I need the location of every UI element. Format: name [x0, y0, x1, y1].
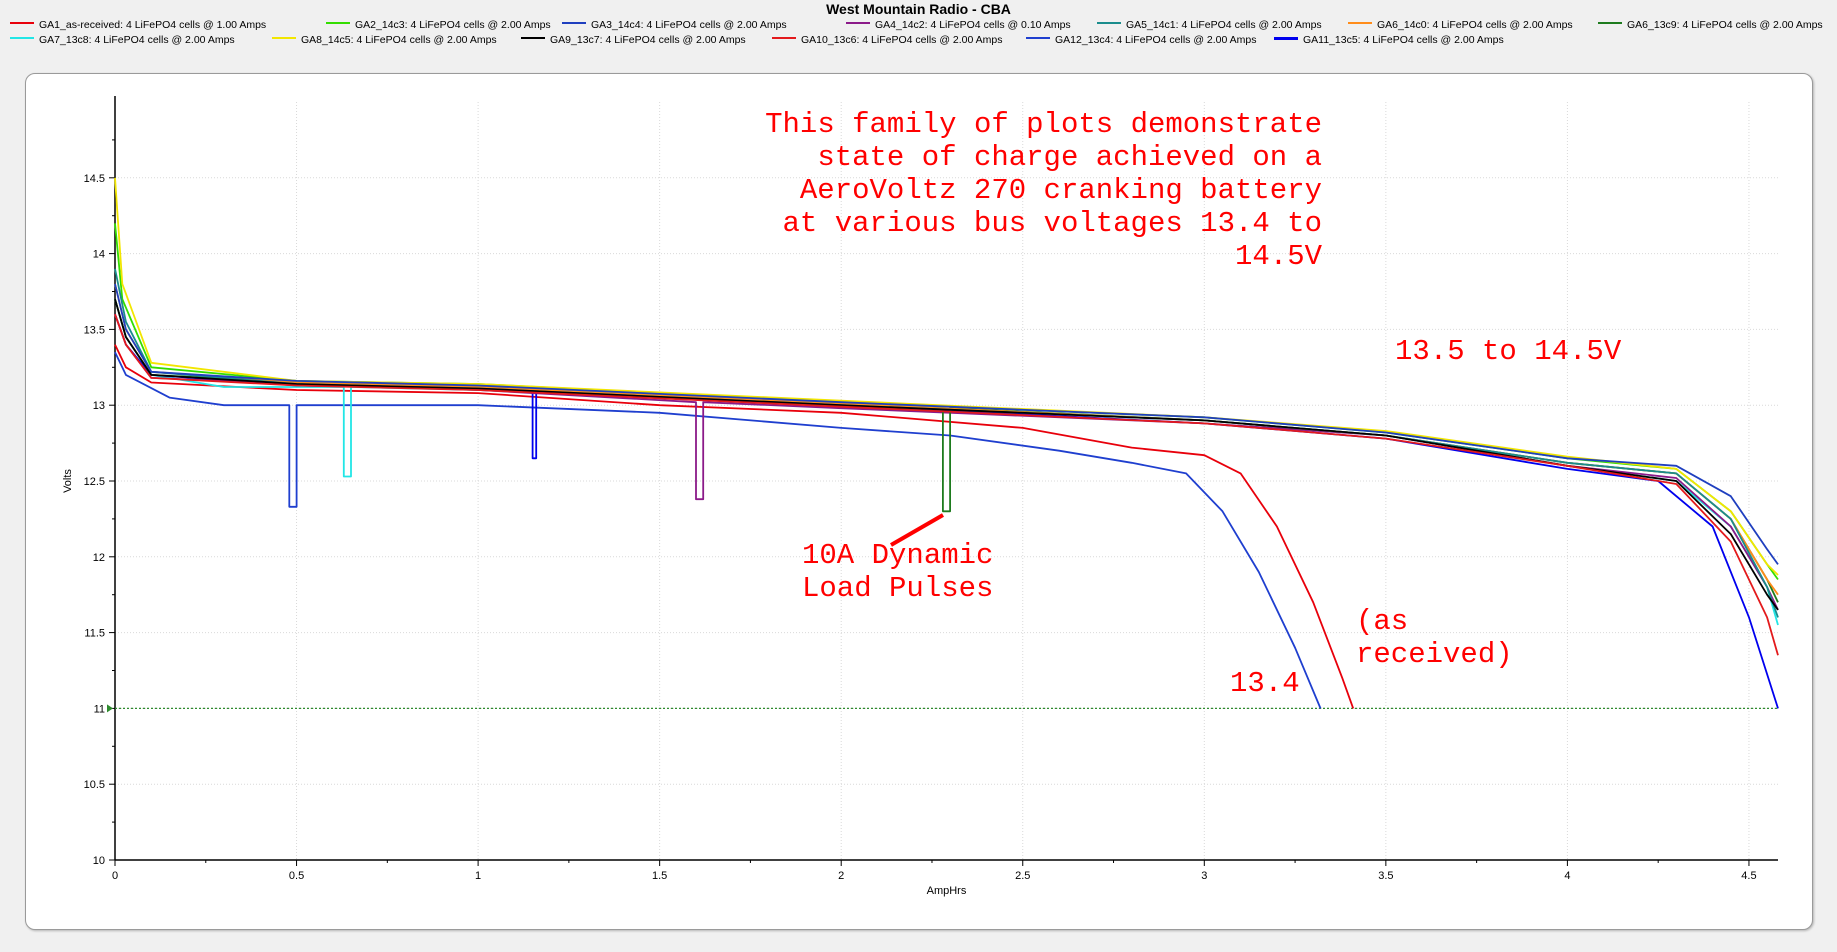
x-tick-label: 2.5 — [1015, 870, 1030, 882]
plot-panel: 0 0.5 1 1.5 2 2.5 3 3.5 4 4.5 10 10.5 11 11.5 12 12.5 13… — [25, 73, 1813, 930]
legend-label: GA9_13c7: 4 LiFePO4 cells @ 2.00 Amps — [550, 34, 746, 46]
x-tick-label: 3.5 — [1378, 870, 1393, 882]
legend-item: GA6_13c9: 4 LiFePO4 cells @ 2.00 Amps — [1598, 18, 1823, 33]
y-tick-label: 14.5 — [84, 173, 105, 185]
legend-label: GA5_14c1: 4 LiFePO4 cells @ 2.00 Amps — [1126, 19, 1322, 31]
x-tick-label: 1.5 — [652, 870, 667, 882]
annotation-text: 13.5 to 14.5V — [1395, 335, 1622, 368]
legend-swatch — [1026, 37, 1050, 40]
x-tick-label: 4 — [1564, 870, 1570, 882]
y-tick-label: 10 — [93, 855, 105, 867]
legend-swatch — [1348, 22, 1372, 25]
y-tick-label: 10.5 — [84, 779, 105, 791]
legend-swatch — [521, 37, 545, 40]
y-tick-label: 12.5 — [84, 476, 105, 488]
legend-label: GA7_13c8: 4 LiFePO4 cells @ 2.00 Amps — [39, 34, 235, 46]
legend-item: GA1_as-received: 4 LiFePO4 cells @ 1.00 … — [10, 18, 266, 33]
series-line — [114, 223, 1779, 581]
legend-label: GA3_14c4: 4 LiFePO4 cells @ 2.00 Amps — [591, 19, 787, 31]
y-tick-label: 11.5 — [84, 628, 105, 640]
y-tick-label: 13.5 — [84, 324, 105, 336]
legend-item: GA6_14c0: 4 LiFePO4 cells @ 2.00 Amps — [1348, 18, 1573, 33]
legend-item: GA3_14c4: 4 LiFePO4 cells @ 2.00 Amps — [562, 18, 787, 33]
annotation-text: at various bus voltages 13.4 to — [783, 207, 1323, 240]
legend-swatch — [10, 37, 34, 40]
legend-swatch — [10, 22, 34, 25]
annotation-text: Load Pulses — [802, 572, 993, 605]
y-tick-label: 11 — [94, 703, 105, 715]
legend-item: GA10_13c6: 4 LiFePO4 cells @ 2.00 Amps — [772, 33, 1003, 48]
legend-swatch — [1274, 36, 1298, 40]
chart-plot: 0 0.5 1 1.5 2 2.5 3 3.5 4 4.51010.51111.51212.513… — [62, 96, 1779, 897]
x-axis-title: AmpHrs — [927, 885, 967, 897]
legend-item: GA7_13c8: 4 LiFePO4 cells @ 2.00 Amps — [10, 33, 235, 48]
legend-swatch — [846, 22, 870, 25]
x-tick-label: 0 — [112, 870, 118, 882]
legend-item: GA9_13c7: 4 LiFePO4 cells @ 2.00 Amps — [521, 33, 746, 48]
annotation-text: 10A Dynamic — [802, 539, 993, 572]
legend-label: GA8_14c5: 4 LiFePO4 cells @ 2.00 Amps — [301, 34, 497, 46]
legend-label: GA2_14c3: 4 LiFePO4 cells @ 2.00 Amps — [355, 19, 551, 31]
legend: GA1_as-received: 4 LiFePO4 cells @ 1.00 … — [10, 18, 1837, 50]
annotation-text: AeroVoltz 270 cranking battery — [800, 174, 1322, 207]
legend-item: GA11_13c5: 4 LiFePO4 cells @ 2.00 Amps — [1274, 33, 1504, 48]
legend-item: GA4_14c2: 4 LiFePO4 cells @ 0.10 Amps — [846, 18, 1071, 33]
annotation-text: 14.5V — [1235, 240, 1323, 273]
x-tick-label: 1 — [475, 870, 481, 882]
series-line — [114, 283, 1779, 565]
legend-label: GA11_13c5: 4 LiFePO4 cells @ 2.00 Amps — [1303, 34, 1504, 46]
legend-label: GA10_13c6: 4 LiFePO4 cells @ 2.00 Amps — [801, 34, 1003, 46]
legend-item: GA12_13c4: 4 LiFePO4 cells @ 2.00 Amps — [1026, 33, 1257, 48]
x-tick-label: 4.5 — [1741, 870, 1756, 882]
annotation-text: state of charge achieved on a — [817, 141, 1322, 174]
annotation-text: (as — [1356, 605, 1408, 638]
legend-swatch — [1598, 22, 1622, 25]
legend-label: GA6_14c0: 4 LiFePO4 cells @ 2.00 Amps — [1377, 19, 1573, 31]
annotation-text: received) — [1356, 638, 1513, 671]
legend-item: GA8_14c5: 4 LiFePO4 cells @ 2.00 Amps — [272, 33, 497, 48]
legend-label: GA1_as-received: 4 LiFePO4 cells @ 1.00 … — [39, 19, 267, 31]
legend-swatch — [772, 37, 796, 40]
y-tick-label: 14 — [93, 249, 105, 261]
legend-swatch — [1097, 22, 1121, 25]
legend-item: GA2_14c3: 4 LiFePO4 cells @ 2.00 Amps — [326, 18, 551, 33]
series-line — [114, 351, 1322, 709]
legend-swatch — [326, 22, 350, 25]
legend-item: GA5_14c1: 4 LiFePO4 cells @ 2.00 Amps — [1097, 18, 1322, 33]
x-tick-label: 2 — [838, 870, 844, 882]
legend-swatch — [562, 22, 586, 25]
y-axis-title: Volts — [62, 469, 74, 493]
chart-title: West Mountain Radio - CBA — [826, 1, 1011, 17]
legend-label: GA12_13c4: 4 LiFePO4 cells @ 2.00 Amps — [1055, 34, 1257, 46]
x-tick-label: 0.5 — [289, 870, 304, 882]
x-tick-label: 3 — [1201, 870, 1207, 882]
annotation-text: This family of plots demonstrate — [765, 108, 1322, 141]
legend-swatch — [272, 37, 296, 40]
legend-label: GA4_14c2: 4 LiFePO4 cells @ 0.10 Amps — [875, 19, 1071, 31]
y-tick-label: 12 — [93, 552, 105, 564]
legend-label: GA6_13c9: 4 LiFePO4 cells @ 2.00 Amps — [1627, 19, 1823, 31]
cutoff-marker — [107, 704, 113, 713]
annotation-text: 13.4 — [1230, 667, 1300, 700]
y-tick-label: 13 — [93, 400, 105, 412]
